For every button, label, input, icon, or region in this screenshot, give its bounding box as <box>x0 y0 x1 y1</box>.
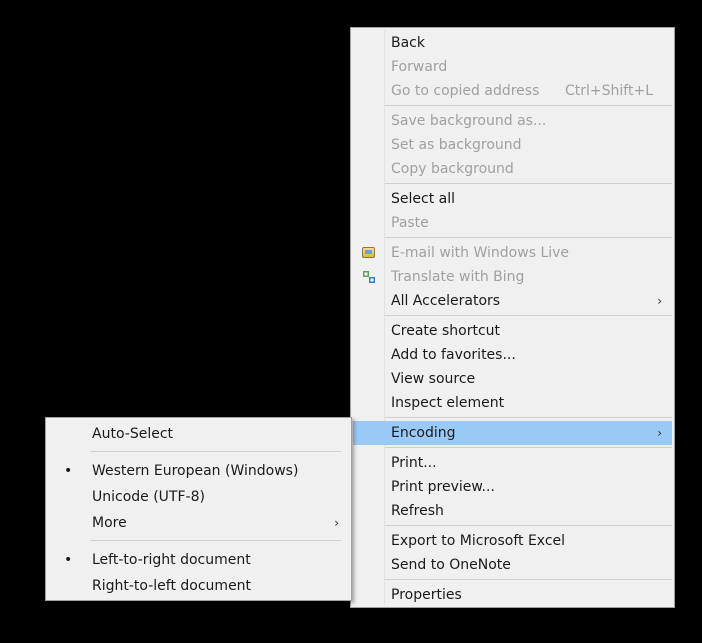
menu-item-label: Back <box>391 35 425 51</box>
menu-item-label: Send to OneNote <box>391 557 511 573</box>
chevron-right-icon: › <box>657 294 662 308</box>
menu-item-view-source[interactable]: View source <box>353 367 672 391</box>
chevron-right-icon: › <box>657 426 662 440</box>
menu-item-label: Refresh <box>391 503 444 519</box>
menu-separator <box>90 451 341 452</box>
menu-item-save-background-as[interactable]: Save background as... <box>353 109 672 133</box>
submenu-item-auto-select[interactable]: Auto-Select <box>48 422 349 446</box>
translate-bing-icon <box>362 270 376 284</box>
menu-separator <box>385 315 672 316</box>
menu-separator <box>385 237 672 238</box>
menu-item-label: Forward <box>391 59 448 75</box>
menu-item-encoding[interactable]: Encoding › <box>353 421 672 445</box>
submenu-item-unicode-utf8[interactable]: Unicode (UTF-8) <box>48 485 349 509</box>
menu-item-properties[interactable]: Properties <box>353 583 672 607</box>
menu-item-back[interactable]: Back <box>353 31 672 55</box>
submenu-item-left-to-right[interactable]: • Left-to-right document <box>48 548 349 572</box>
menu-item-all-accelerators[interactable]: All Accelerators › <box>353 289 672 313</box>
menu-item-label: Print preview... <box>391 479 495 495</box>
chevron-right-icon: › <box>334 516 339 530</box>
email-windows-live-icon <box>362 247 375 258</box>
menu-item-label: Add to favorites... <box>391 347 516 363</box>
menu-item-label: Print... <box>391 455 437 471</box>
menu-item-send-to-onenote[interactable]: Send to OneNote <box>353 553 672 577</box>
selected-bullet-icon: • <box>64 463 73 479</box>
menu-item-add-to-favorites[interactable]: Add to favorites... <box>353 343 672 367</box>
menu-item-inspect-element[interactable]: Inspect element <box>353 391 672 415</box>
menu-item-print-preview[interactable]: Print preview... <box>353 475 672 499</box>
menu-item-print[interactable]: Print... <box>353 451 672 475</box>
menu-item-refresh[interactable]: Refresh <box>353 499 672 523</box>
menu-item-set-as-background[interactable]: Set as background <box>353 133 672 157</box>
menu-item-export-to-excel[interactable]: Export to Microsoft Excel <box>353 529 672 553</box>
submenu-item-right-to-left[interactable]: Right-to-left document <box>48 574 349 598</box>
menu-item-label: E-mail with Windows Live <box>391 245 570 261</box>
submenu-item-more[interactable]: More › <box>48 511 349 535</box>
menu-item-label: Left-to-right document <box>92 552 251 568</box>
menu-separator <box>385 525 672 526</box>
menu-item-label: Paste <box>391 215 429 231</box>
menu-item-create-shortcut[interactable]: Create shortcut <box>353 319 672 343</box>
menu-item-label: More <box>92 515 127 531</box>
menu-item-label: Set as background <box>391 137 522 153</box>
submenu-item-western-european[interactable]: • Western European (Windows) <box>48 459 349 483</box>
menu-item-label: Export to Microsoft Excel <box>391 533 566 549</box>
menu-item-go-to-copied-address[interactable]: Go to copied address Ctrl+Shift+L <box>353 79 672 103</box>
menu-item-label: All Accelerators <box>391 293 501 309</box>
encoding-submenu: Auto-Select • Western European (Windows)… <box>45 417 352 601</box>
menu-item-shortcut: Ctrl+Shift+L <box>565 83 653 99</box>
menu-item-label: Unicode (UTF-8) <box>92 489 205 505</box>
menu-item-label: Create shortcut <box>391 323 501 339</box>
menu-item-label: Go to copied address <box>391 83 540 99</box>
menu-item-label: View source <box>391 371 476 387</box>
menu-separator <box>385 183 672 184</box>
menu-item-paste[interactable]: Paste <box>353 211 672 235</box>
menu-item-label: Right-to-left document <box>92 578 252 594</box>
menu-separator <box>385 417 672 418</box>
menu-item-label: Auto-Select <box>92 426 174 442</box>
menu-item-select-all[interactable]: Select all <box>353 187 672 211</box>
menu-item-label: Select all <box>391 191 455 207</box>
menu-item-label: Western European (Windows) <box>92 463 299 479</box>
context-menu: Back Forward Go to copied address Ctrl+S… <box>350 27 675 608</box>
menu-item-label: Copy background <box>391 161 514 177</box>
menu-separator <box>385 447 672 448</box>
menu-item-label: Inspect element <box>391 395 505 411</box>
selected-bullet-icon: • <box>64 552 73 568</box>
menu-item-label: Save background as... <box>391 113 547 129</box>
menu-item-translate-bing[interactable]: Translate with Bing <box>353 265 672 289</box>
menu-item-label: Translate with Bing <box>391 269 525 285</box>
menu-item-forward[interactable]: Forward <box>353 55 672 79</box>
menu-separator <box>385 579 672 580</box>
menu-item-label: Properties <box>391 587 462 603</box>
menu-separator <box>385 105 672 106</box>
menu-item-label: Encoding <box>391 425 456 441</box>
menu-separator <box>90 540 341 541</box>
menu-item-email-windows-live[interactable]: E-mail with Windows Live <box>353 241 672 265</box>
menu-item-copy-background[interactable]: Copy background <box>353 157 672 181</box>
